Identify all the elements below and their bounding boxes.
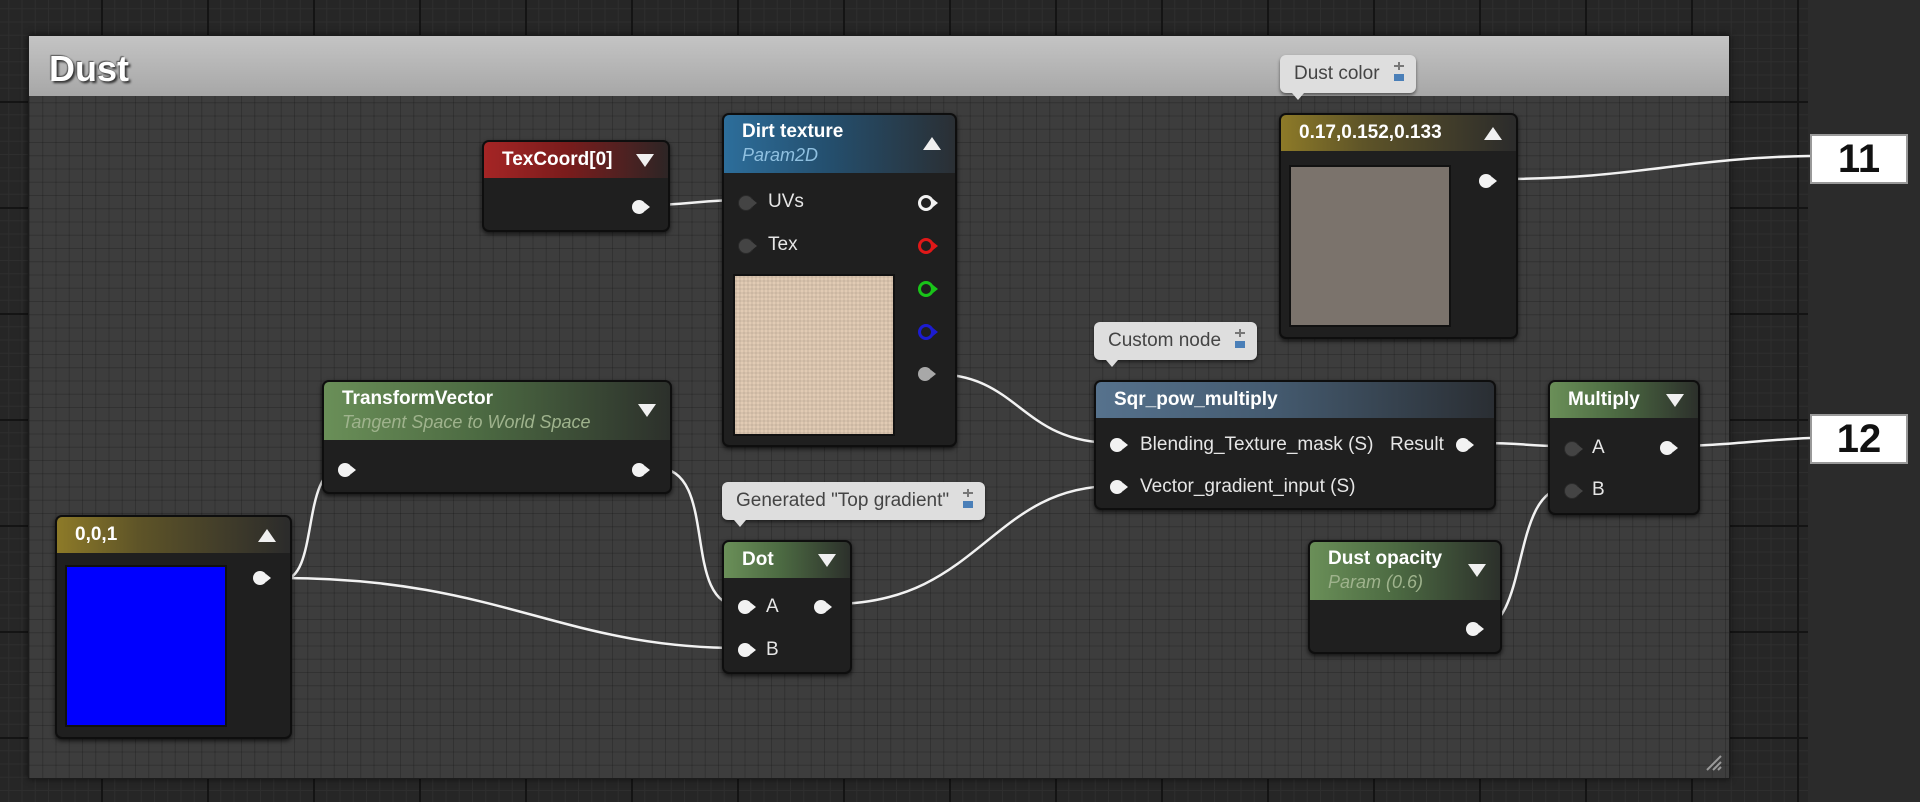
node-multiply-header[interactable]: Multiply (1550, 382, 1698, 418)
side-panel-strip (1808, 0, 1920, 802)
comment-bubble-top-gradient[interactable]: Generated "Top gradient" (722, 482, 986, 527)
node-transform-vector-title: TransformVector (342, 388, 493, 409)
node-texcoord-header[interactable]: TexCoord[0] (484, 142, 668, 178)
blending-mask-input-label: Blending_Texture_mask (S) (1140, 434, 1374, 455)
node-multiply-title: Multiply (1568, 389, 1640, 410)
dot-output-pin[interactable] (814, 600, 832, 614)
dot-a-input-pin[interactable] (738, 600, 756, 614)
node-dust-color-title: 0.17,0.152,0.133 (1299, 122, 1442, 143)
node-vector-constant-title: 0,0,1 (75, 524, 118, 545)
node-dot[interactable]: Dot A B (722, 540, 852, 674)
multiply-b-input-label: B (1592, 479, 1605, 500)
blending-mask-input-pin[interactable] (1110, 438, 1128, 452)
dot-b-input-pin[interactable] (738, 643, 756, 657)
gradient-input-pin[interactable] (1110, 480, 1128, 494)
dot-a-input-label: A (766, 596, 779, 617)
dust-opacity-output-pin[interactable] (1466, 622, 1484, 636)
comment-bubble-custom-node[interactable]: Custom node (1094, 322, 1258, 367)
gradient-input-label: Vector_gradient_input (S) (1140, 476, 1356, 497)
pin-bubble-icon[interactable] (1233, 328, 1247, 350)
dust-color-output-pin[interactable] (1479, 174, 1497, 188)
dot-b-input-label: B (766, 639, 779, 660)
collapse-arrow-icon[interactable] (258, 529, 276, 542)
transform-vector-input-pin[interactable] (338, 463, 356, 477)
node-transform-vector-header[interactable]: TransformVector Tangent Space to World S… (324, 382, 670, 440)
node-dust-opacity-header[interactable]: Dust opacity Param (0.6) (1310, 542, 1500, 600)
node-texcoord[interactable]: TexCoord[0] (482, 140, 670, 232)
color-preview-swatch (1289, 165, 1451, 327)
rgb-output-pin[interactable] (918, 195, 938, 211)
node-vector-constant[interactable]: 0,0,1 (55, 515, 292, 739)
multiply-a-input-pin[interactable] (1564, 441, 1583, 457)
node-dust-color[interactable]: 0.17,0.152,0.133 (1279, 113, 1518, 339)
node-dot-header[interactable]: Dot (724, 542, 850, 578)
node-transform-vector-subtitle: Tangent Space to World Space (342, 412, 591, 432)
texcoord-output-pin[interactable] (632, 200, 650, 214)
comment-bubble-text: Dust color (1294, 63, 1380, 84)
output-label-11: 11 (1810, 134, 1908, 184)
node-sqr-pow-multiply-title: Sqr_pow_multiply (1114, 389, 1278, 410)
collapse-arrow-icon[interactable] (636, 154, 654, 167)
pin-bubble-icon[interactable] (961, 488, 975, 510)
node-sqr-pow-multiply[interactable]: Sqr_pow_multiply Blending_Texture_mask (… (1094, 380, 1496, 510)
vector-constant-output-pin[interactable] (253, 571, 271, 585)
color-preview-swatch (65, 565, 227, 727)
node-sqr-pow-multiply-header[interactable]: Sqr_pow_multiply (1096, 382, 1494, 418)
green-output-pin[interactable] (918, 281, 938, 297)
node-dirt-texture-header[interactable]: Dirt texture Param2D (724, 115, 955, 173)
comment-box-header[interactable]: Dust (29, 36, 1729, 96)
collapse-arrow-icon[interactable] (1666, 394, 1684, 407)
multiply-a-input-label: A (1592, 437, 1605, 458)
collapse-arrow-icon[interactable] (1484, 127, 1502, 140)
comment-bubble-text: Custom node (1108, 330, 1222, 351)
alpha-output-pin[interactable] (918, 367, 936, 381)
comment-bubble-dust-color[interactable]: Dust color (1280, 55, 1416, 100)
node-multiply[interactable]: Multiply A B (1548, 380, 1700, 515)
texture-preview (733, 274, 895, 436)
node-texcoord-title: TexCoord[0] (502, 149, 613, 170)
uvs-input-label: UVs (768, 191, 804, 212)
result-output-pin[interactable] (1456, 438, 1474, 452)
node-dust-opacity[interactable]: Dust opacity Param (0.6) (1308, 540, 1502, 654)
tex-input-label: Tex (768, 234, 798, 255)
collapse-arrow-icon[interactable] (818, 554, 836, 567)
comment-bubble-text: Generated "Top gradient" (736, 490, 950, 511)
output-label-12: 12 (1810, 414, 1908, 464)
red-output-pin[interactable] (918, 238, 938, 254)
multiply-b-input-pin[interactable] (1564, 483, 1583, 499)
blue-output-pin[interactable] (918, 324, 938, 340)
node-dot-title: Dot (742, 549, 774, 570)
comment-box-title: Dust (49, 48, 129, 89)
uvs-input-pin[interactable] (738, 195, 757, 211)
node-vector-constant-header[interactable]: 0,0,1 (57, 517, 290, 553)
collapse-arrow-icon[interactable] (923, 137, 941, 150)
collapse-arrow-icon[interactable] (1468, 564, 1486, 577)
node-transform-vector[interactable]: TransformVector Tangent Space to World S… (322, 380, 672, 494)
result-output-label: Result (1390, 434, 1444, 455)
node-dust-color-header[interactable]: 0.17,0.152,0.133 (1281, 115, 1516, 151)
collapse-arrow-icon[interactable] (638, 404, 656, 417)
transform-vector-output-pin[interactable] (632, 463, 650, 477)
resize-grip-icon[interactable] (1703, 752, 1723, 772)
pin-bubble-icon[interactable] (1392, 61, 1406, 83)
tex-input-pin[interactable] (738, 238, 757, 254)
node-dirt-texture[interactable]: Dirt texture Param2D UVs Tex (722, 113, 957, 447)
multiply-output-pin[interactable] (1660, 441, 1678, 455)
